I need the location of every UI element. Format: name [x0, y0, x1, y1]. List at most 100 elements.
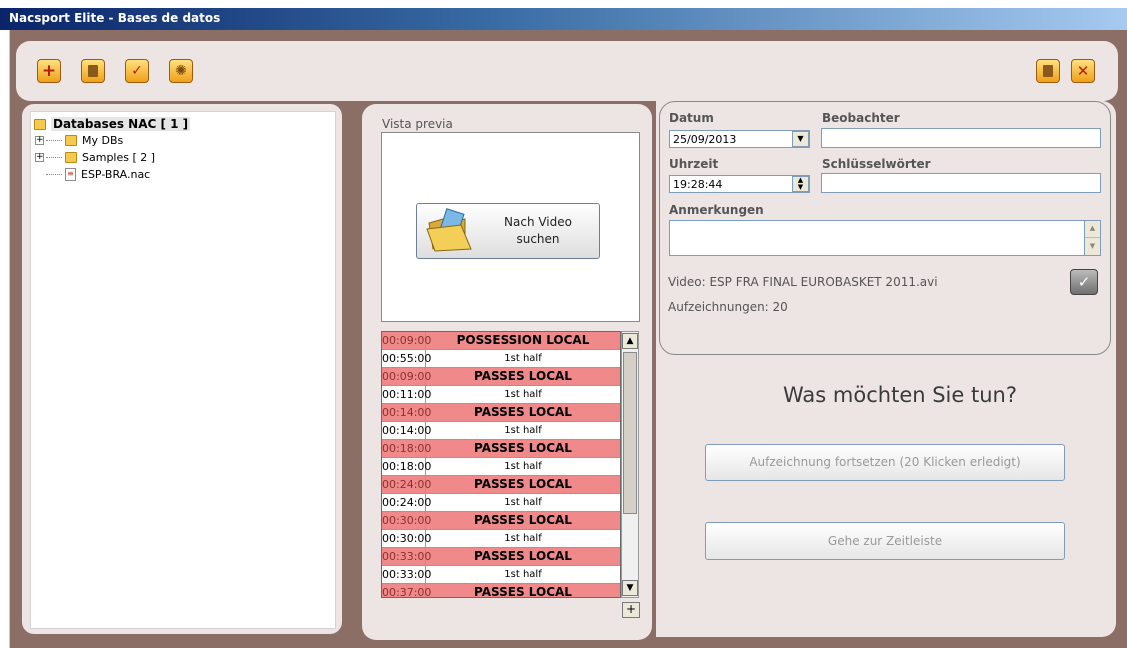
event-row[interactable]: 00:09:00 POSSESSION LOCAL — [382, 332, 620, 350]
events-list[interactable]: 00:09:00 POSSESSION LOCAL 00:55:00 1st half… — [381, 331, 621, 598]
scroll-up-icon[interactable]: ▲ — [1085, 221, 1100, 238]
add-event-button[interactable]: + — [622, 602, 640, 618]
go-to-timeline-button[interactable]: Gehe zur Zeitleiste — [705, 522, 1065, 560]
event-name: 1st half — [504, 353, 542, 364]
event-row[interactable]: 00:18:00 1st half — [382, 458, 620, 476]
beobachter-field[interactable] — [821, 128, 1101, 148]
event-row[interactable]: 00:30:00 PASSES LOCAL — [382, 512, 620, 530]
continue-recording-button[interactable]: Aufzeichnung fortsetzen (20 Klicken erle… — [705, 444, 1065, 481]
chevron-down-icon[interactable]: ▼ — [792, 131, 809, 147]
folder-icon — [34, 118, 46, 130]
databases-tree: Databases NAC [ 1 ] + My DBs + Samples [… — [30, 111, 336, 629]
tree-item-label: ESP-BRA.nac — [81, 167, 151, 181]
anmerkungen-scrollbar[interactable]: ▲ ▼ — [1084, 221, 1100, 255]
event-name: PASSES LOCAL — [474, 441, 572, 455]
expand-icon[interactable]: + — [35, 152, 44, 162]
delete-database-button[interactable] — [81, 59, 105, 83]
tree-item-label: My DBs — [82, 133, 124, 147]
add-icon: + — [41, 60, 57, 81]
scroll-down-icon[interactable]: ▼ — [622, 580, 638, 596]
event-name: 1st half — [504, 425, 542, 436]
tree-item-samples[interactable]: + Samples [ 2 ] — [35, 149, 155, 165]
beobachter-label: Beobachter — [822, 111, 900, 125]
check-icon: ✓ — [131, 63, 143, 79]
event-name: PASSES LOCAL — [474, 405, 572, 419]
event-time: 00:14:00 — [382, 404, 432, 421]
trash-icon — [1043, 65, 1053, 77]
event-time: 00:14:00 — [382, 422, 432, 439]
event-time: 00:24:00 — [382, 494, 432, 511]
tree-connector — [46, 156, 62, 158]
scroll-up-icon[interactable]: ▲ — [622, 333, 638, 349]
event-time: 00:09:00 — [382, 368, 432, 385]
scroll-thumb[interactable] — [623, 352, 637, 514]
trash-icon — [88, 65, 98, 77]
datum-label: Datum — [669, 111, 714, 125]
event-name: 1st half — [504, 569, 542, 580]
event-row[interactable]: 00:55:00 1st half — [382, 350, 620, 368]
event-row[interactable]: 00:24:00 1st half — [382, 494, 620, 512]
gear-icon: ✺ — [175, 63, 187, 79]
select-database-button[interactable]: ✓ — [125, 59, 149, 83]
event-name: 1st half — [504, 461, 542, 472]
anmerkungen-field[interactable] — [669, 220, 1101, 256]
find-video-label-line1: Nach Video — [504, 215, 572, 229]
event-row[interactable]: 00:18:00 PASSES LOCAL — [382, 440, 620, 458]
folder-icon — [65, 151, 77, 163]
close-icon: ✕ — [1076, 62, 1090, 80]
schluesselwoerter-label: Schlüsselwörter — [822, 157, 931, 171]
event-row[interactable]: 00:37:00 PASSES LOCAL — [382, 584, 620, 598]
event-name: PASSES LOCAL — [474, 369, 572, 383]
window-edge — [0, 30, 10, 648]
tree-root[interactable]: Databases NAC [ 1 ] — [34, 116, 191, 132]
nac-file-icon: ≡ — [65, 167, 76, 181]
tree-root-label: Databases NAC [ 1 ] — [51, 117, 191, 131]
datum-value: 25/09/2013 — [673, 133, 737, 146]
schluesselwoerter-field[interactable] — [821, 173, 1101, 193]
event-name: 1st half — [504, 497, 542, 508]
event-row[interactable]: 00:09:00 PASSES LOCAL — [382, 368, 620, 386]
event-name: 1st half — [504, 533, 542, 544]
find-video-label-line2: suchen — [516, 232, 560, 246]
event-row[interactable]: 00:30:00 1st half — [382, 530, 620, 548]
find-video-label: Nach Video suchen — [488, 214, 588, 248]
time-spinner-icon[interactable]: ▲ ▼ — [792, 176, 809, 192]
event-time: 00:18:00 — [382, 458, 432, 475]
delete-button[interactable] — [1036, 59, 1060, 83]
uhrzeit-field[interactable]: 19:28:44 — [669, 175, 810, 193]
datum-field[interactable]: 25/09/2013 — [669, 130, 810, 148]
add-database-button[interactable]: + — [37, 59, 61, 83]
open-folder-icon — [426, 208, 472, 252]
tree-item-my-dbs[interactable]: + My DBs — [35, 132, 123, 148]
tree-connector — [46, 139, 62, 141]
event-row[interactable]: 00:14:00 PASSES LOCAL — [382, 404, 620, 422]
event-row[interactable]: 00:33:00 PASSES LOCAL — [382, 548, 620, 566]
video-info: Video: ESP FRA FINAL EUROBASKET 2011.avi — [668, 275, 938, 289]
check-icon: ✓ — [1077, 273, 1091, 291]
event-time: 00:11:00 — [382, 386, 432, 403]
event-name: PASSES LOCAL — [474, 585, 572, 598]
event-row[interactable]: 00:11:00 1st half — [382, 386, 620, 404]
settings-button[interactable]: ✺ — [169, 59, 193, 83]
tree-connector — [46, 173, 62, 175]
event-row[interactable]: 00:24:00 PASSES LOCAL — [382, 476, 620, 494]
records-count: Aufzeichnungen: 20 — [668, 300, 788, 314]
folder-icon — [65, 134, 77, 146]
event-time: 00:09:00 — [382, 332, 432, 349]
tree-item-esp-bra[interactable]: ≡ ESP-BRA.nac — [46, 166, 150, 182]
event-time: 00:33:00 — [382, 548, 432, 565]
event-time: 00:55:00 — [382, 350, 432, 367]
event-row[interactable]: 00:14:00 1st half — [382, 422, 620, 440]
event-name: 1st half — [504, 389, 542, 400]
scroll-down-icon[interactable]: ▼ — [1085, 238, 1100, 254]
event-name: POSSESSION LOCAL — [456, 333, 590, 347]
anmerkungen-label: Anmerkungen — [669, 203, 764, 217]
close-button[interactable]: ✕ — [1071, 59, 1095, 83]
event-name: PASSES LOCAL — [474, 549, 572, 563]
event-time: 00:37:00 — [382, 584, 431, 597]
confirm-video-button[interactable]: ✓ — [1070, 269, 1098, 295]
expand-icon[interactable]: + — [35, 135, 44, 145]
event-row[interactable]: 00:33:00 1st half — [382, 566, 620, 584]
event-time: 00:33:00 — [382, 566, 432, 583]
event-name: PASSES LOCAL — [474, 477, 572, 491]
